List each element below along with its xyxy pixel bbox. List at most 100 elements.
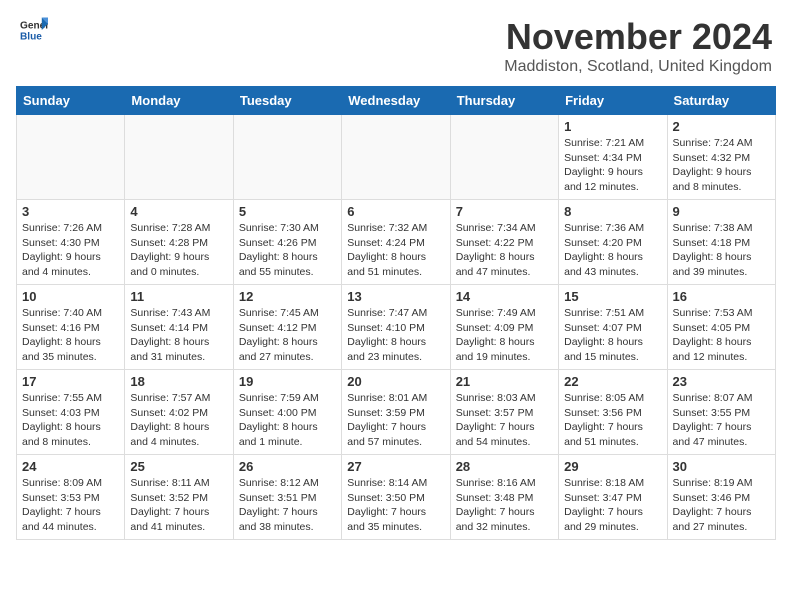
location-title: Maddiston, Scotland, United Kingdom [504,58,772,76]
day-info: Sunrise: 7:47 AMSunset: 4:10 PMDaylight:… [347,306,444,365]
calendar-cell: 9Sunrise: 7:38 AMSunset: 4:18 PMDaylight… [667,200,775,285]
calendar-cell: 20 Sunrise: 8:01 AMSunset: 3:59 PMDayligh… [342,370,450,455]
day-info: Sunrise: 7:43 AMSunset: 4:14 PMDaylight:… [130,306,227,365]
calendar-cell: 10 Sunrise: 7:40 AMSunset: 4:16 PMDayligh… [17,285,125,370]
day-info: Sunrise: 7:34 AMSunset: 4:22 PMDaylight:… [456,221,553,280]
day-number: 29 [564,459,661,474]
calendar-cell [233,115,341,200]
day-info: Sunrise: 8:14 AMSunset: 3:50 PMDaylight:… [347,476,444,535]
day-info: Sunrise: 8:05 AMSunset: 3:56 PMDaylight:… [564,391,661,450]
calendar-cell: 30 Sunrise: 8:19 AMSunset: 3:46 PMDayligh… [667,455,775,540]
day-number: 10 [22,289,119,304]
calendar-cell: 6 Sunrise: 7:32 AMSunset: 4:24 PMDaylight… [342,200,450,285]
day-info: Sunrise: 8:12 AMSunset: 3:51 PMDaylight:… [239,476,336,535]
day-number: 8 [564,204,661,219]
day-info: Sunrise: 7:40 AMSunset: 4:16 PMDaylight:… [22,306,119,365]
day-info: Sunrise: 7:36 AMSunset: 4:20 PMDaylight:… [564,221,661,280]
day-info: Sunrise: 7:21 AMSunset: 4:34 PMDaylight:… [564,136,661,195]
calendar-cell: 1 Sunrise: 7:21 AMSunset: 4:34 PMDaylight… [559,115,667,200]
day-number: 28 [456,459,553,474]
page-header: General Blue November 2024 Maddiston, Sc… [0,0,792,86]
day-number: 6 [347,204,444,219]
calendar-cell: 24 Sunrise: 8:09 AMSunset: 3:53 PMDayligh… [17,455,125,540]
calendar-cell: 2 Sunrise: 7:24 AMSunset: 4:32 PMDaylight… [667,115,775,200]
day-number: 14 [456,289,553,304]
day-number: 20 [347,374,444,389]
calendar-cell: 25Sunrise: 8:11 AMSunset: 3:52 PMDayligh… [125,455,233,540]
weekday-header-friday: Friday [559,87,667,115]
day-number: 2 [673,119,770,134]
month-title: November 2024 [504,16,772,58]
day-info: Sunrise: 8:18 AMSunset: 3:47 PMDaylight:… [564,476,661,535]
day-number: 1 [564,119,661,134]
day-info: Sunrise: 7:53 AMSunset: 4:05 PMDaylight:… [673,306,770,365]
day-info: Sunrise: 8:19 AMSunset: 3:46 PMDaylight:… [673,476,770,535]
calendar-cell [450,115,558,200]
calendar-cell: 29 Sunrise: 8:18 AMSunset: 3:47 PMDayligh… [559,455,667,540]
title-area: November 2024 Maddiston, Scotland, Unite… [504,16,772,76]
weekday-header-sunday: Sunday [17,87,125,115]
day-info: Sunrise: 7:57 AMSunset: 4:02 PMDaylight:… [130,391,227,450]
day-number: 30 [673,459,770,474]
calendar-cell: 11 Sunrise: 7:43 AMSunset: 4:14 PMDayligh… [125,285,233,370]
logo-icon: General Blue [20,16,48,44]
day-number: 23 [673,374,770,389]
day-info: Sunrise: 8:07 AMSunset: 3:55 PMDaylight:… [673,391,770,450]
weekday-header-monday: Monday [125,87,233,115]
logo: General Blue [20,16,48,44]
calendar-cell: 27Sunrise: 8:14 AMSunset: 3:50 PMDayligh… [342,455,450,540]
calendar-table: SundayMondayTuesdayWednesdayThursdayFrid… [16,86,776,540]
day-number: 16 [673,289,770,304]
weekday-header-thursday: Thursday [450,87,558,115]
calendar-cell: 8 Sunrise: 7:36 AMSunset: 4:20 PMDaylight… [559,200,667,285]
calendar-cell: 23 Sunrise: 8:07 AMSunset: 3:55 PMDayligh… [667,370,775,455]
calendar-cell: 16 Sunrise: 7:53 AMSunset: 4:05 PMDayligh… [667,285,775,370]
calendar-cell: 22Sunrise: 8:05 AMSunset: 3:56 PMDayligh… [559,370,667,455]
calendar-cell: 21 Sunrise: 8:03 AMSunset: 3:57 PMDayligh… [450,370,558,455]
week-row-4: 17Sunrise: 7:55 AMSunset: 4:03 PMDayligh… [17,370,776,455]
day-number: 11 [130,289,227,304]
calendar-cell: 13Sunrise: 7:47 AMSunset: 4:10 PMDayligh… [342,285,450,370]
day-number: 3 [22,204,119,219]
calendar-cell: 5 Sunrise: 7:30 AMSunset: 4:26 PMDaylight… [233,200,341,285]
day-info: Sunrise: 7:59 AMSunset: 4:00 PMDaylight:… [239,391,336,450]
day-number: 18 [130,374,227,389]
calendar-wrapper: SundayMondayTuesdayWednesdayThursdayFrid… [0,86,792,548]
calendar-cell: 12 Sunrise: 7:45 AMSunset: 4:12 PMDayligh… [233,285,341,370]
day-info: Sunrise: 8:09 AMSunset: 3:53 PMDaylight:… [22,476,119,535]
day-info: Sunrise: 7:28 AMSunset: 4:28 PMDaylight:… [130,221,227,280]
day-info: Sunrise: 7:24 AMSunset: 4:32 PMDaylight:… [673,136,770,195]
weekday-header-tuesday: Tuesday [233,87,341,115]
week-row-1: 1 Sunrise: 7:21 AMSunset: 4:34 PMDaylight… [17,115,776,200]
day-info: Sunrise: 7:45 AMSunset: 4:12 PMDaylight:… [239,306,336,365]
day-info: Sunrise: 7:26 AMSunset: 4:30 PMDaylight:… [22,221,119,280]
day-info: Sunrise: 8:01 AMSunset: 3:59 PMDaylight:… [347,391,444,450]
day-info: Sunrise: 7:49 AMSunset: 4:09 PMDaylight:… [456,306,553,365]
day-number: 21 [456,374,553,389]
day-info: Sunrise: 7:32 AMSunset: 4:24 PMDaylight:… [347,221,444,280]
svg-text:Blue: Blue [20,31,42,42]
calendar-cell: 28 Sunrise: 8:16 AMSunset: 3:48 PMDayligh… [450,455,558,540]
calendar-cell: 4 Sunrise: 7:28 AMSunset: 4:28 PMDaylight… [125,200,233,285]
day-info: Sunrise: 8:03 AMSunset: 3:57 PMDaylight:… [456,391,553,450]
day-number: 4 [130,204,227,219]
week-row-2: 3 Sunrise: 7:26 AMSunset: 4:30 PMDaylight… [17,200,776,285]
day-number: 26 [239,459,336,474]
week-row-5: 24 Sunrise: 8:09 AMSunset: 3:53 PMDayligh… [17,455,776,540]
calendar-cell: 19Sunrise: 7:59 AMSunset: 4:00 PMDayligh… [233,370,341,455]
calendar-cell: 14 Sunrise: 7:49 AMSunset: 4:09 PMDayligh… [450,285,558,370]
calendar-cell: 26 Sunrise: 8:12 AMSunset: 3:51 PMDayligh… [233,455,341,540]
calendar-cell [17,115,125,200]
day-number: 5 [239,204,336,219]
day-number: 24 [22,459,119,474]
weekday-header-row: SundayMondayTuesdayWednesdayThursdayFrid… [17,87,776,115]
week-row-3: 10 Sunrise: 7:40 AMSunset: 4:16 PMDayligh… [17,285,776,370]
calendar-cell [342,115,450,200]
calendar-cell: 17Sunrise: 7:55 AMSunset: 4:03 PMDayligh… [17,370,125,455]
day-info: Sunrise: 7:30 AMSunset: 4:26 PMDaylight:… [239,221,336,280]
day-number: 12 [239,289,336,304]
calendar-cell: 7 Sunrise: 7:34 AMSunset: 4:22 PMDaylight… [450,200,558,285]
day-number: 7 [456,204,553,219]
day-info: Sunrise: 7:38 AMSunset: 4:18 PMDaylight:… [673,221,770,280]
day-info: Sunrise: 8:16 AMSunset: 3:48 PMDaylight:… [456,476,553,535]
